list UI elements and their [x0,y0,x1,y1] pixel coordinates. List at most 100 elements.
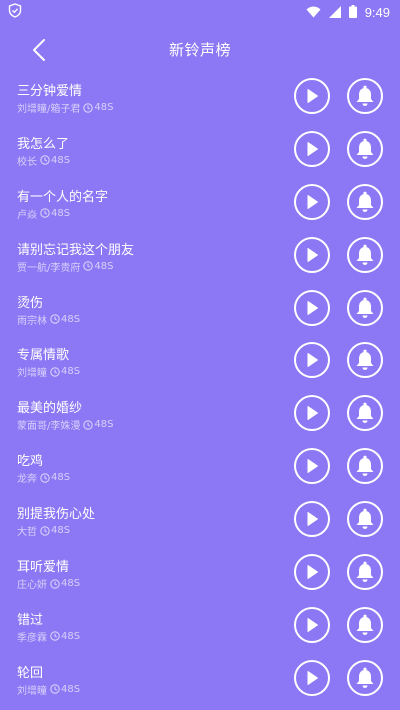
song-duration: 48S [51,525,71,537]
play-button[interactable] [294,236,330,273]
song-title: 有一个人的名字 [17,189,109,205]
clock-icon [40,208,50,219]
play-button[interactable] [294,448,330,485]
song-meta: 雨宗林 48S [17,312,80,327]
play-button[interactable] [294,606,330,643]
shield-icon [8,2,22,22]
clock-icon [40,472,50,483]
play-button[interactable] [294,289,330,326]
song-duration: 48S [61,683,81,695]
play-button[interactable] [294,183,330,220]
list-item[interactable]: 我怎么了 校长 48S [0,123,400,176]
song-meta: 刘增瞳 48S [17,682,80,697]
song-meta: 季彦霖 48S [17,629,80,644]
set-ringtone-button[interactable] [347,289,383,326]
song-duration: 48S [51,154,71,166]
bell-icon [356,85,374,106]
bell-icon [356,350,374,371]
set-ringtone-button[interactable] [347,606,383,643]
play-button[interactable] [294,78,330,114]
set-ringtone-button[interactable] [347,395,383,432]
song-title: 别提我伤心处 [17,507,96,523]
song-title: 最美的婚纱 [17,401,83,417]
play-icon [307,512,318,527]
clock-icon [50,631,60,642]
play-icon [307,459,318,474]
song-meta: 刘增瞳 48S [17,364,80,379]
list-item[interactable]: 三分钟爱情 刘增瞳/箱子君 48S [0,70,400,123]
set-ringtone-button[interactable] [347,183,383,220]
ringtone-list: 三分钟爱情 刘增瞳/箱子君 48S 我怎么了 校长 48S 有一个人的名字 卢焱… [0,70,400,705]
song-duration: 48S [94,419,114,431]
song-artist: 卢焱 [17,209,37,221]
song-artist: 刘增瞳 [17,685,47,697]
bell-icon [356,138,374,159]
set-ringtone-button[interactable] [347,78,383,114]
song-meta: 校长 48S [17,153,70,168]
song-meta: 蒙面哥/李姝漫 48S [17,417,113,432]
list-item[interactable]: 吃鸡 龙奔 48S [0,440,400,493]
status-bar: 9:49 [0,0,400,24]
bell-icon [356,402,374,424]
song-title: 错过 [17,612,44,628]
song-artist: 刘增瞳/箱子君 [17,104,81,115]
play-button[interactable] [294,554,330,591]
play-icon [307,300,318,315]
song-artist: 贾一航/李贵府 [17,262,81,274]
play-icon [307,617,318,632]
status-left [8,2,22,22]
clock-icon [50,684,60,695]
song-title: 烫伤 [17,295,44,311]
song-duration: 48S [94,260,114,272]
clock-icon [50,578,60,589]
set-ringtone-button[interactable] [347,448,383,485]
bell-icon [356,667,374,688]
song-title: 轮回 [17,665,44,681]
list-item[interactable]: 别提我伤心处 大哲 48S [0,493,400,546]
play-button[interactable] [294,659,330,696]
list-item[interactable]: 专属情歌 刘增瞳 48S [0,334,400,387]
clock-icon [50,367,60,377]
clock-icon [83,102,94,113]
bell-icon [356,244,374,265]
set-ringtone-button[interactable] [347,130,383,167]
play-icon [307,565,318,580]
play-button[interactable] [294,501,330,538]
bell-icon [356,191,374,212]
song-title: 请别忘记我这个朋友 [17,242,135,258]
play-icon [307,353,318,368]
list-item[interactable]: 最美的婚纱 蒙面哥/李姝漫 48S [0,387,400,440]
list-item[interactable]: 请别忘记我这个朋友 贾一航/李贵府 48S [0,229,400,282]
song-meta: 刘增瞳/箱子君 48S [17,100,113,115]
song-title: 三分钟爱情 [17,84,83,99]
song-artist: 大哲 [17,527,37,539]
play-button[interactable] [294,130,330,167]
clock-icon [50,314,60,324]
set-ringtone-button[interactable] [347,342,383,379]
bell-icon [356,508,374,530]
bell-icon [356,561,374,583]
bell-icon [356,614,374,635]
list-item[interactable]: 耳听爱情 庄心妍 48S [0,546,400,599]
page-title: 新铃声榜 [168,41,231,59]
play-icon [307,194,318,209]
song-duration: 48S [51,207,71,219]
set-ringtone-button[interactable] [347,236,383,273]
clock-icon [40,525,50,536]
list-item[interactable]: 烫伤 雨宗林 48S [0,282,400,335]
list-item[interactable]: 有一个人的名字 卢焱 48S [0,176,400,229]
header: 新铃声榜 [0,24,400,76]
bell-icon [356,297,374,318]
set-ringtone-button[interactable] [347,554,383,591]
list-item[interactable]: 轮回 刘增瞳 48S [0,652,400,705]
play-button[interactable] [294,395,330,432]
song-duration: 48S [61,578,81,590]
play-button[interactable] [294,342,330,379]
song-title: 我怎么了 [17,136,70,152]
set-ringtone-button[interactable] [347,501,383,538]
song-artist: 刘增瞳 [17,368,47,380]
set-ringtone-button[interactable] [347,659,383,696]
song-meta: 贾一航/李贵府 48S [17,259,113,274]
song-duration: 48S [61,313,81,325]
list-item[interactable]: 错过 季彦霖 48S [0,599,400,652]
